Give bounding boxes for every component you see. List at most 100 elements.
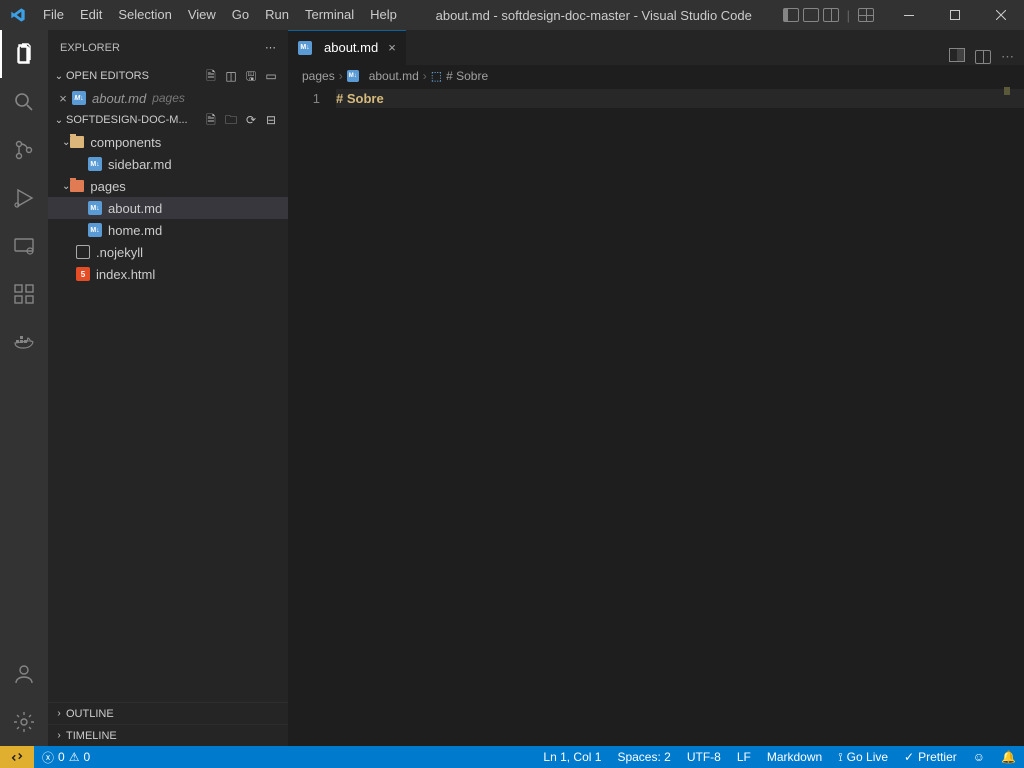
- status-prettier[interactable]: ✓Prettier: [896, 746, 965, 768]
- menu-run[interactable]: Run: [257, 0, 297, 30]
- code-editor[interactable]: 1 # Sobre: [288, 87, 1024, 746]
- menu-view[interactable]: View: [180, 0, 224, 30]
- broadcast-icon: ⟟: [838, 750, 842, 765]
- folder-icon: [70, 180, 84, 192]
- sidebar-more-icon[interactable]: ⋯: [265, 41, 276, 54]
- toggle-panel-bottom-icon[interactable]: [803, 8, 819, 22]
- outline-section[interactable]: › OUTLINE: [48, 702, 288, 724]
- line-numbers: 1: [288, 87, 336, 746]
- layout-controls: |: [783, 8, 874, 23]
- search-icon[interactable]: [0, 78, 48, 126]
- folder-icon: [70, 136, 84, 148]
- outline-label: OUTLINE: [66, 708, 114, 720]
- menu-terminal[interactable]: Terminal: [297, 0, 362, 30]
- save-all-icon[interactable]: 🖫: [244, 69, 258, 83]
- menu-bar: File Edit Selection View Go Run Terminal…: [35, 0, 405, 30]
- status-encoding[interactable]: UTF-8: [679, 746, 729, 768]
- activity-bar: [0, 30, 48, 746]
- minimap[interactable]: [1004, 87, 1010, 95]
- new-file-icon[interactable]: 🗎: [204, 69, 218, 83]
- run-debug-icon[interactable]: [0, 174, 48, 222]
- docker-icon[interactable]: [0, 318, 48, 366]
- refresh-icon[interactable]: ⟳: [244, 113, 258, 127]
- explorer-sidebar: EXPLORER ⋯ ⌄ OPEN EDITORS 🗎 ◫ 🖫 ▭ × M↓ a…: [48, 30, 288, 746]
- remote-explorer-icon[interactable]: [0, 222, 48, 270]
- status-golive[interactable]: ⟟Go Live: [830, 746, 896, 768]
- menu-go[interactable]: Go: [224, 0, 257, 30]
- open-preview-icon[interactable]: [949, 48, 965, 65]
- status-eol[interactable]: LF: [729, 746, 759, 768]
- status-errors[interactable]: ⓧ0 ⚠0: [34, 746, 98, 768]
- status-bell-icon[interactable]: 🔔: [993, 746, 1024, 768]
- toggle-panel-left-icon[interactable]: [783, 8, 799, 22]
- open-editors-section[interactable]: ⌄ OPEN EDITORS 🗎 ◫ 🖫 ▭: [48, 65, 288, 87]
- markdown-file-icon: M↓: [347, 70, 359, 82]
- symbol-icon: ⬚: [431, 69, 442, 83]
- generic-file-icon: [76, 245, 90, 259]
- open-editor-item[interactable]: × M↓ about.md pages: [48, 87, 288, 109]
- account-icon[interactable]: [0, 650, 48, 698]
- collapse-all-icon[interactable]: ⊟: [264, 113, 278, 127]
- source-control-icon[interactable]: [0, 126, 48, 174]
- file-tree: ⌄ components M↓ sidebar.md ⌄ pages M↓ ab…: [48, 131, 288, 702]
- status-cursor[interactable]: Ln 1, Col 1: [535, 746, 609, 768]
- vscode-logo-icon: [0, 0, 35, 30]
- chevron-down-icon: ⌄: [52, 115, 66, 126]
- folder-label: pages: [90, 179, 125, 194]
- toggle-layout-icon[interactable]: ◫: [224, 69, 238, 83]
- chevron-right-icon: ›: [52, 730, 66, 741]
- remote-indicator[interactable]: [0, 746, 34, 768]
- file-home-md[interactable]: M↓ home.md: [48, 219, 288, 241]
- file-label: index.html: [96, 267, 155, 282]
- close-all-icon[interactable]: ▭: [264, 69, 278, 83]
- workspace-section[interactable]: ⌄ SOFTDESIGN-DOC-M... 🗎 🗀 ⟳ ⊟: [48, 109, 288, 131]
- status-spaces[interactable]: Spaces: 2: [609, 746, 678, 768]
- timeline-section[interactable]: › TIMELINE: [48, 724, 288, 746]
- new-folder-icon[interactable]: 🗀: [224, 113, 238, 127]
- markdown-file-icon: M↓: [88, 201, 102, 215]
- close-editor-icon[interactable]: ×: [54, 91, 72, 106]
- breadcrumb-item[interactable]: pages: [302, 69, 335, 83]
- sidebar-title: EXPLORER ⋯: [48, 30, 288, 65]
- file-sidebar-md[interactable]: M↓ sidebar.md: [48, 153, 288, 175]
- tab-label: about.md: [324, 40, 378, 55]
- new-file-icon[interactable]: 🗎: [204, 113, 218, 127]
- extensions-icon[interactable]: [0, 270, 48, 318]
- warning-icon: ⚠: [69, 750, 80, 764]
- close-button[interactable]: [978, 0, 1024, 30]
- chevron-right-icon: ›: [423, 69, 427, 83]
- explorer-icon[interactable]: [0, 30, 48, 78]
- close-tab-icon[interactable]: ×: [388, 40, 396, 55]
- menu-help[interactable]: Help: [362, 0, 405, 30]
- file-label: sidebar.md: [108, 157, 172, 172]
- chevron-down-icon: ⌄: [62, 181, 70, 192]
- tab-about-md[interactable]: M↓ about.md ×: [288, 30, 407, 65]
- folder-label: components: [90, 135, 161, 150]
- toggle-panel-right-icon[interactable]: [823, 8, 839, 22]
- editor-area: M↓ about.md × ⋯ pages › M↓ about.md › ⬚ …: [288, 30, 1024, 746]
- line-number: 1: [288, 89, 320, 108]
- status-language[interactable]: Markdown: [759, 746, 830, 768]
- settings-gear-icon[interactable]: [0, 698, 48, 746]
- menu-file[interactable]: File: [35, 0, 72, 30]
- file-about-md[interactable]: M↓ about.md: [48, 197, 288, 219]
- file-label: about.md: [108, 201, 162, 216]
- html-file-icon: 5: [76, 267, 90, 281]
- status-feedback-icon[interactable]: ☺: [965, 746, 993, 768]
- title-bar: File Edit Selection View Go Run Terminal…: [0, 0, 1024, 30]
- maximize-button[interactable]: [932, 0, 978, 30]
- breadcrumbs[interactable]: pages › M↓ about.md › ⬚ # Sobre: [288, 65, 1024, 87]
- code-content[interactable]: # Sobre: [336, 87, 1024, 746]
- folder-pages[interactable]: ⌄ pages: [48, 175, 288, 197]
- file-index-html[interactable]: 5 index.html: [48, 263, 288, 285]
- breadcrumb-item[interactable]: about.md: [369, 69, 419, 83]
- file-nojekyll[interactable]: .nojekyll: [48, 241, 288, 263]
- folder-components[interactable]: ⌄ components: [48, 131, 288, 153]
- minimize-button[interactable]: [886, 0, 932, 30]
- customize-layout-icon[interactable]: [858, 8, 874, 22]
- menu-selection[interactable]: Selection: [110, 0, 179, 30]
- breadcrumb-item[interactable]: # Sobre: [446, 69, 488, 83]
- more-actions-icon[interactable]: ⋯: [1001, 49, 1014, 65]
- split-editor-icon[interactable]: [975, 50, 991, 64]
- menu-edit[interactable]: Edit: [72, 0, 110, 30]
